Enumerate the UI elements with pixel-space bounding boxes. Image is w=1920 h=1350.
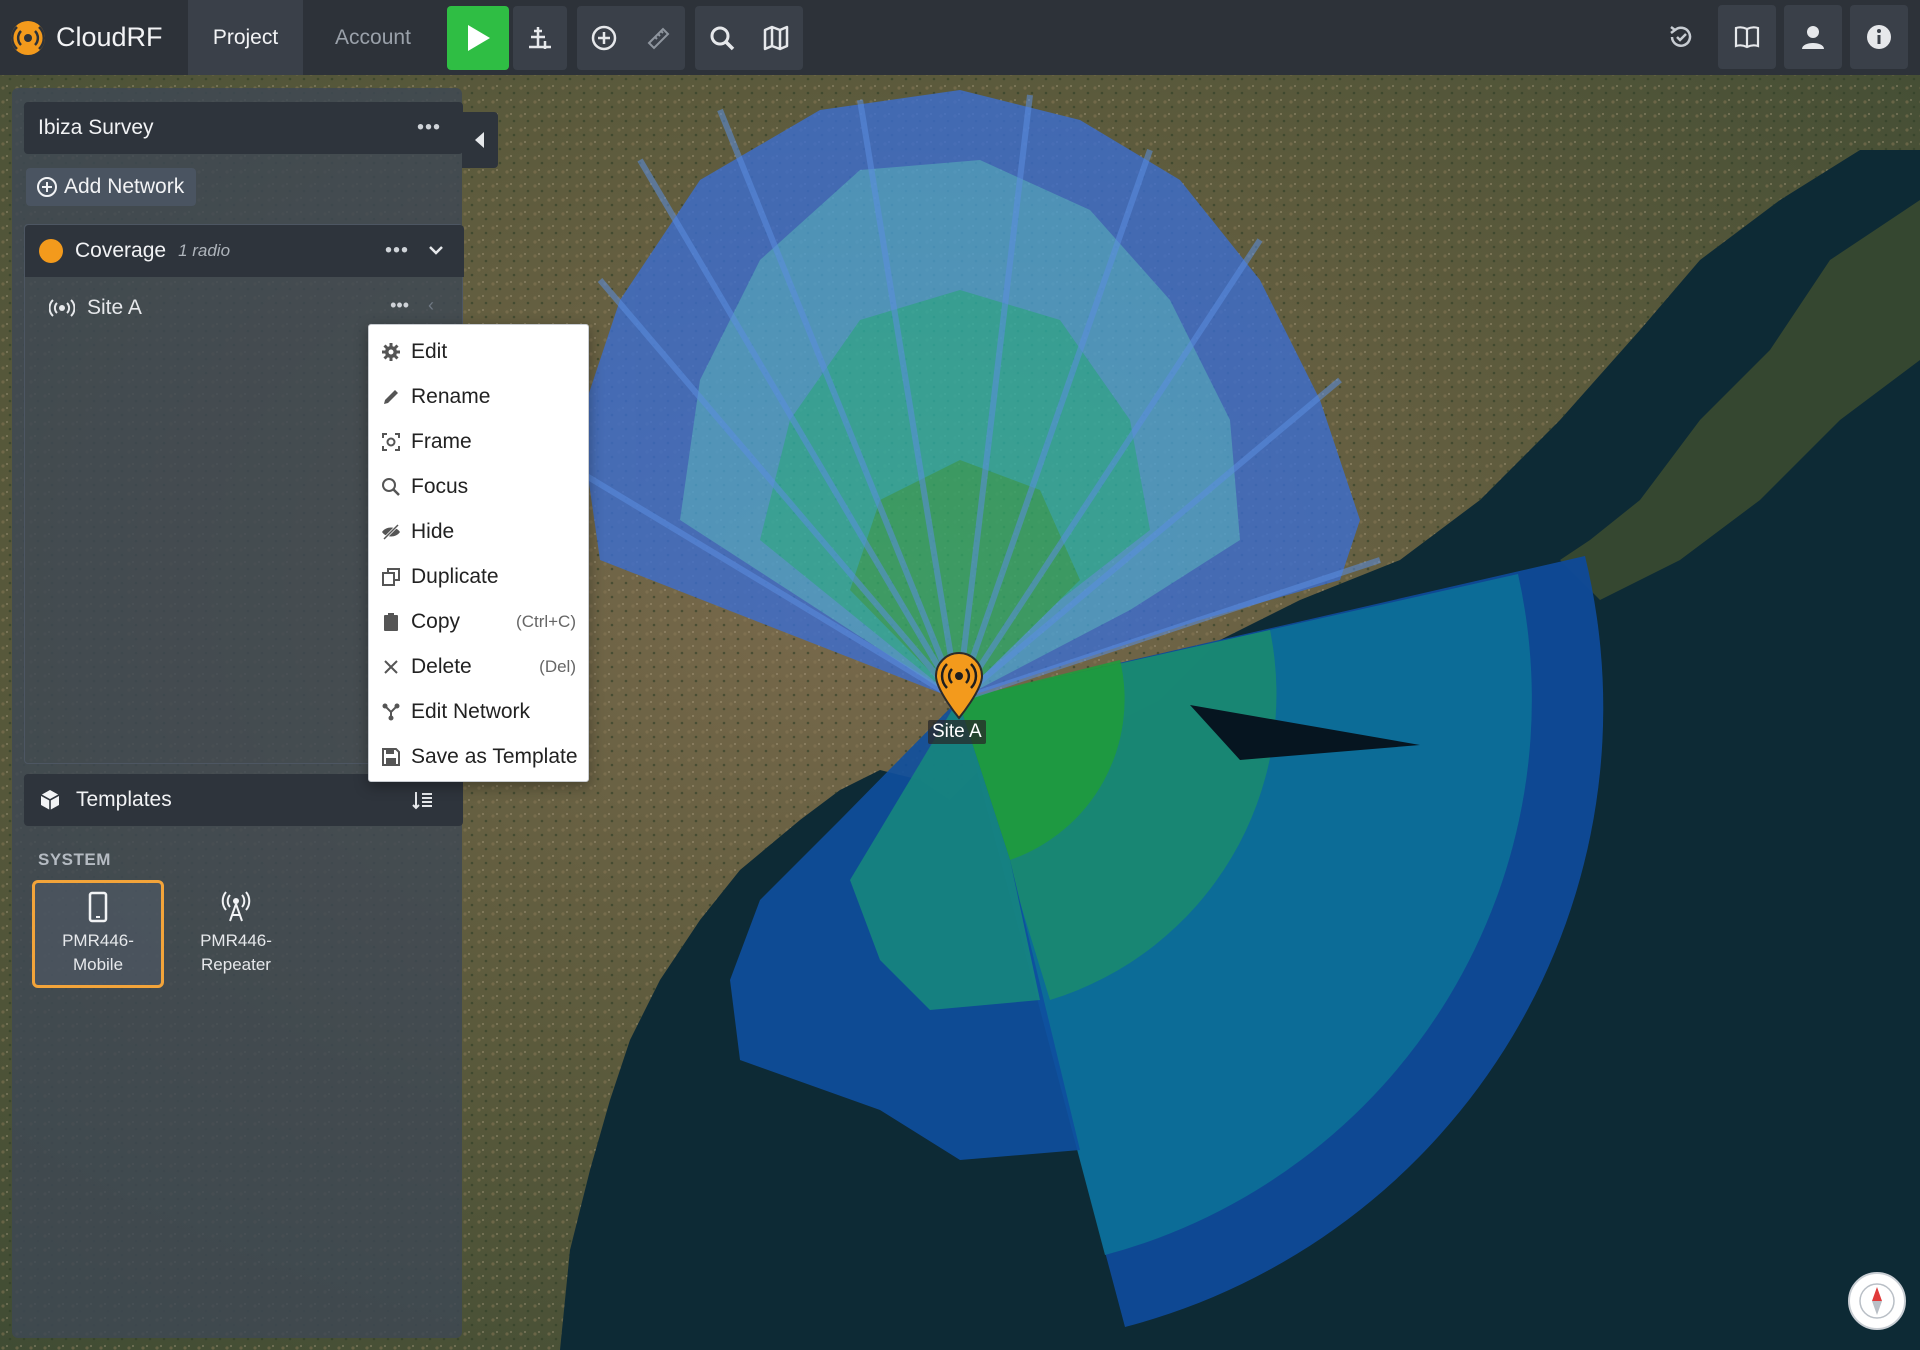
info-icon: [1867, 25, 1891, 49]
docs-button[interactable]: [1718, 5, 1776, 69]
menu-shortcut: (Ctrl+C): [516, 611, 576, 631]
cube-icon: [40, 790, 60, 810]
menu-label: Edit: [411, 339, 448, 363]
antenna-add-icon: [529, 26, 551, 49]
site-marker[interactable]: [932, 650, 986, 725]
add-network-button[interactable]: Add Network: [26, 168, 197, 206]
save-icon: [382, 747, 400, 766]
menu-item-save-template[interactable]: Save as Template: [369, 734, 588, 779]
templates-title: Templates: [76, 788, 172, 811]
menu-item-copy[interactable]: Copy (Ctrl+C): [369, 599, 588, 644]
tab-account[interactable]: Account: [303, 0, 443, 75]
network-name: Coverage: [75, 239, 167, 262]
info-button[interactable]: [1850, 5, 1908, 69]
menu-label: Focus: [411, 474, 469, 498]
add-network-label: Add Network: [64, 175, 185, 198]
frame-icon: [382, 432, 400, 451]
cloudrf-logo-icon: [10, 20, 46, 55]
menu-item-frame[interactable]: Frame: [369, 419, 588, 464]
menu-item-hide[interactable]: Hide: [369, 509, 588, 554]
map-layers-button[interactable]: [749, 6, 803, 70]
top-bar: CloudRF Project Account: [0, 0, 1920, 75]
caret-left-icon: [475, 132, 484, 148]
project-menu-icon[interactable]: •••: [417, 117, 441, 140]
network-radio-count: 1 radio: [178, 241, 231, 260]
search-button[interactable]: [695, 6, 749, 70]
x-icon: [384, 659, 398, 674]
project-name: Ibiza Survey: [38, 116, 154, 139]
menu-label: Delete: [411, 654, 472, 678]
menu-item-delete[interactable]: Delete (Del): [369, 644, 588, 689]
phone-icon: [88, 891, 108, 923]
ruler-icon: [647, 27, 670, 49]
play-icon: [468, 24, 490, 51]
book-icon: [1734, 26, 1760, 49]
history-icon: [1670, 26, 1692, 47]
collapse-sidebar-button[interactable]: [462, 112, 498, 168]
network-color-dot: [39, 239, 63, 263]
template-label-line2: Mobile: [72, 955, 124, 974]
add-site-button[interactable]: [513, 5, 567, 70]
template-label-line2: Repeater: [201, 955, 271, 974]
templates-section-label: SYSTEM: [38, 850, 111, 869]
menu-label: Frame: [411, 429, 472, 453]
network-icon: [382, 703, 400, 720]
magnifier-icon: [382, 477, 400, 496]
site-pin-icon: [934, 652, 984, 720]
template-label-line1: PMR446-: [200, 931, 272, 950]
gear-icon: [382, 342, 400, 361]
search-icon: [710, 26, 735, 50]
menu-shortcut: (Del): [539, 656, 576, 676]
menu-item-rename[interactable]: Rename: [369, 374, 588, 419]
user-button[interactable]: [1784, 5, 1842, 69]
menu-label: Rename: [411, 384, 491, 408]
tab-project[interactable]: Project: [188, 0, 303, 75]
compass-icon: [1859, 1283, 1895, 1319]
run-button[interactable]: [447, 5, 509, 70]
menu-label: Hide: [411, 519, 455, 543]
site-context-menu: Edit Rename Frame Focus Hide Duplicate C…: [368, 324, 589, 782]
plus-circle-icon: [37, 177, 57, 197]
site-marker-label: Site A: [928, 720, 986, 744]
chevron-left-icon[interactable]: ‹: [428, 295, 434, 316]
menu-label: Edit Network: [411, 699, 531, 723]
network-header[interactable]: Coverage 1 radio •••: [25, 225, 464, 277]
site-menu-icon[interactable]: •••: [390, 295, 409, 316]
pencil-icon: [384, 389, 398, 404]
tower-icon: [221, 891, 251, 922]
menu-label: Copy: [411, 609, 461, 633]
radio-signal-icon: [49, 299, 75, 317]
project-header[interactable]: Ibiza Survey •••: [24, 102, 463, 154]
menu-item-edit-network[interactable]: Edit Network: [369, 689, 588, 734]
compass-button[interactable]: [1848, 1272, 1906, 1330]
duplicate-icon: [382, 567, 400, 586]
app-name: CloudRF: [56, 22, 163, 52]
menu-item-edit[interactable]: Edit: [369, 329, 588, 374]
eye-slash-icon: [382, 523, 400, 540]
template-card-mobile[interactable]: PMR446- Mobile: [32, 880, 164, 988]
sort-icon[interactable]: [411, 788, 435, 812]
add-point-button[interactable]: [577, 6, 631, 70]
chevron-down-icon[interactable]: [426, 240, 446, 260]
plus-circle-icon: [591, 25, 617, 50]
clipboard-icon: [384, 612, 398, 631]
menu-item-duplicate[interactable]: Duplicate: [369, 554, 588, 599]
menu-label: Duplicate: [411, 564, 499, 588]
brand[interactable]: CloudRF: [0, 0, 188, 75]
measure-button[interactable]: [631, 6, 685, 70]
menu-item-focus[interactable]: Focus: [369, 464, 588, 509]
template-card-repeater[interactable]: PMR446- Repeater: [170, 880, 302, 988]
network-menu-icon[interactable]: •••: [385, 240, 409, 263]
menu-label: Save as Template: [411, 744, 578, 768]
site-name: Site A: [87, 296, 142, 319]
history-button[interactable]: [1652, 5, 1710, 69]
user-icon: [1802, 26, 1824, 49]
template-label-line1: PMR446-: [62, 931, 134, 950]
map-icon: [763, 25, 789, 50]
